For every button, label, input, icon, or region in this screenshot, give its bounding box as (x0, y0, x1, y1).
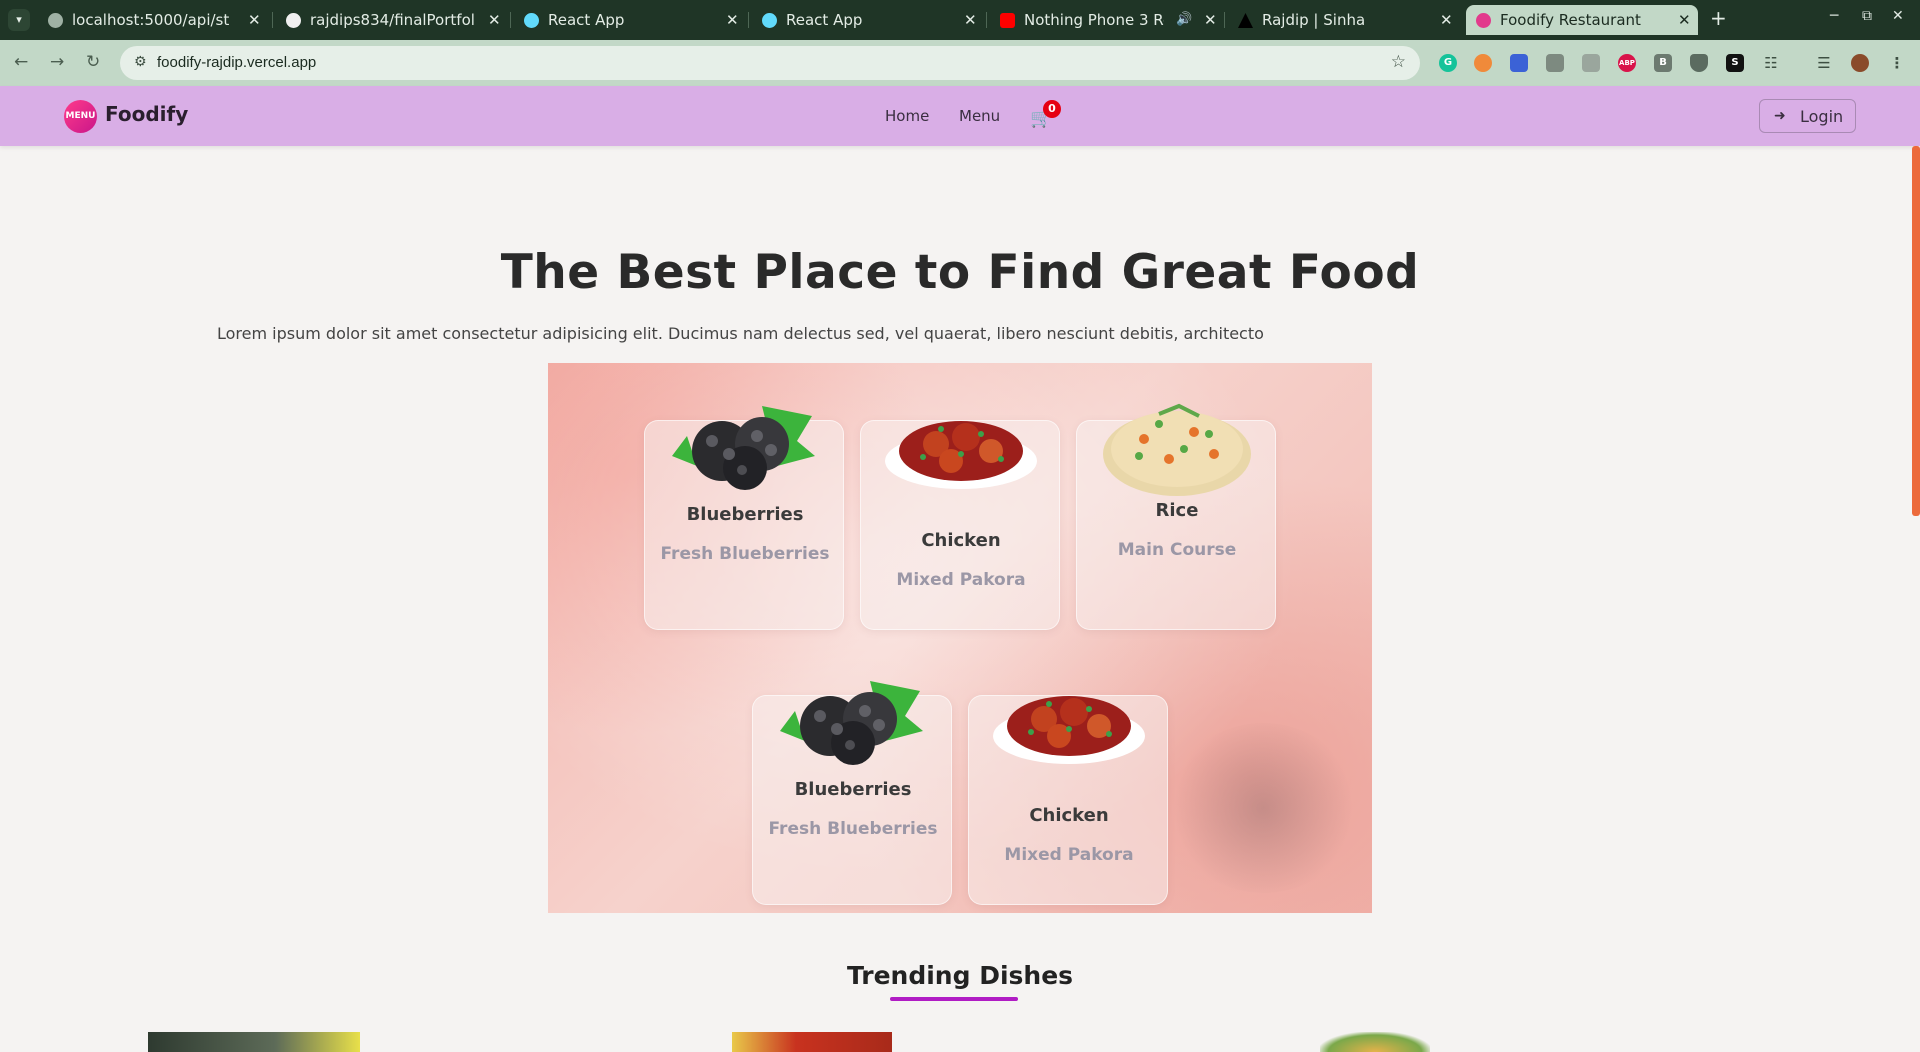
browser-tab[interactable]: React App ✕ (762, 5, 977, 35)
browser-tab[interactable]: Rajdip | Sinha ✕ (1238, 5, 1453, 35)
extension-icon[interactable] (1582, 54, 1600, 72)
extension-icon[interactable] (1546, 54, 1564, 72)
trending-dish-image[interactable] (732, 1032, 892, 1052)
card-title: Chicken (1029, 805, 1109, 826)
food-card[interactable]: Rice Main Course (1076, 403, 1276, 630)
close-window-icon[interactable]: ✕ (1892, 8, 1904, 24)
extensions-puzzle-icon[interactable]: ☷ (1762, 54, 1780, 72)
address-bar[interactable]: ⚙ foodify-rajdip.vercel.app ☆ (120, 46, 1420, 80)
back-icon[interactable]: ← (14, 52, 28, 72)
nav-menu-link[interactable]: Menu (959, 107, 1000, 125)
close-tab-icon[interactable]: ✕ (1678, 5, 1691, 35)
close-tab-icon[interactable]: ✕ (726, 5, 739, 35)
blackberries-image (780, 681, 923, 765)
forward-icon[interactable]: → (50, 52, 64, 72)
food-card[interactable]: Blueberries Fresh Blueberries (752, 681, 952, 905)
hero-description: Lorem ipsum dolor sit amet consectetur a… (217, 324, 1264, 343)
tab-title: Foodify Restaurant (1500, 11, 1641, 29)
extension-icon[interactable] (1474, 54, 1492, 72)
react-icon (762, 13, 777, 28)
watercolor-smudge (1168, 723, 1358, 893)
card-title: Blueberries (686, 504, 804, 525)
close-tab-icon[interactable]: ✕ (1440, 5, 1453, 35)
close-tab-icon[interactable]: ✕ (488, 5, 501, 35)
card-subtitle: Fresh Blueberries (660, 544, 830, 564)
login-icon: ➜ (1774, 108, 1786, 124)
card-title: Blueberries (794, 779, 912, 800)
profile-avatar[interactable] (1851, 54, 1869, 72)
browser-tab[interactable]: rajdips834/finalPortfolio ✕ (286, 5, 501, 35)
browser-tab[interactable]: localhost:5000/api/statu ✕ (48, 5, 263, 35)
extension-icon[interactable] (1510, 54, 1528, 72)
speaker-icon[interactable]: 🔊 (1176, 5, 1192, 35)
foodify-logo-icon[interactable]: MENU (64, 100, 97, 133)
trending-dish-image[interactable] (1320, 1032, 1430, 1052)
card-title: Chicken (921, 530, 1001, 551)
tab-title: React App (548, 11, 625, 29)
github-icon (286, 13, 301, 28)
trending-dish-image[interactable] (148, 1032, 360, 1052)
card-title: Rice (1155, 500, 1199, 521)
close-tab-icon[interactable]: ✕ (1204, 5, 1217, 35)
fried-rice-image (1103, 403, 1251, 496)
site-navbar: MENU Foodify Home Menu 🛒 0 ➜ Login (0, 86, 1920, 146)
trending-underline (890, 997, 1018, 1001)
card-subtitle: Main Course (1117, 540, 1237, 560)
cart-count-badge: 0 (1043, 100, 1061, 118)
chicken-plate-image (885, 421, 1037, 489)
browser-tab-bar: ▾ localhost:5000/api/statu ✕ rajdips834/… (0, 0, 1920, 40)
vercel-icon (1238, 13, 1253, 28)
foodify-icon (1476, 13, 1491, 28)
card-subtitle: Fresh Blueberries (768, 819, 938, 839)
grammarly-icon[interactable]: G (1439, 54, 1457, 72)
browser-tab-active[interactable]: Foodify Restaurant ✕ (1466, 5, 1698, 35)
browser-tab[interactable]: Nothing Phone 3 Revi 🔊 ✕ (1000, 5, 1218, 35)
page-scrollbar[interactable] (1912, 146, 1920, 516)
media-control-icon[interactable]: ☰ (1815, 54, 1833, 72)
nav-home-link[interactable]: Home (885, 107, 929, 125)
tab-title: rajdips834/finalPortfolio (310, 11, 475, 29)
brand-name[interactable]: Foodify (105, 102, 188, 126)
extension-icon[interactable]: B (1654, 54, 1672, 72)
blackberries-image (672, 406, 815, 490)
cart-button[interactable]: 🛒 0 (1030, 100, 1061, 129)
tab-search-button[interactable]: ▾ (8, 9, 30, 31)
login-button[interactable]: ➜ Login (1759, 99, 1856, 133)
food-card[interactable]: Chicken Mixed Pakora (860, 420, 1060, 630)
extension-icon[interactable]: S (1726, 54, 1744, 72)
shield-icon[interactable] (1690, 54, 1708, 72)
close-tab-icon[interactable]: ✕ (964, 5, 977, 35)
url-text[interactable]: foodify-rajdip.vercel.app (157, 54, 316, 71)
restore-icon[interactable]: ⧉ (1862, 8, 1872, 24)
hero-title: The Best Place to Find Great Food (500, 245, 1420, 300)
minimize-icon[interactable]: ─ (1830, 8, 1838, 24)
chicken-plate-image (993, 696, 1145, 764)
globe-icon (48, 13, 63, 28)
login-label: Login (1800, 107, 1844, 126)
tab-title: React App (786, 11, 863, 29)
close-tab-icon[interactable]: ✕ (248, 5, 261, 35)
site-info-icon[interactable]: ⚙ (134, 54, 147, 70)
new-tab-button[interactable]: + (1710, 6, 1727, 30)
tab-title: localhost:5000/api/statu (72, 11, 230, 29)
food-card[interactable]: Chicken Mixed Pakora (968, 695, 1168, 905)
tab-title: Nothing Phone 3 Revi (1024, 11, 1164, 29)
card-subtitle: Mixed Pakora (1004, 845, 1134, 865)
bookmark-star-icon[interactable]: ☆ (1391, 52, 1406, 72)
browser-menu-icon[interactable]: ⋮ (1888, 54, 1906, 72)
trending-title: Trending Dishes (846, 961, 1074, 990)
adblock-icon[interactable]: ABP (1618, 54, 1636, 72)
react-icon (524, 13, 539, 28)
card-subtitle: Mixed Pakora (896, 570, 1026, 590)
food-showcase: Blueberries Fresh Blueberries Chicken Mi… (548, 363, 1372, 913)
browser-tab[interactable]: React App ✕ (524, 5, 739, 35)
tab-title: Rajdip | Sinha (1262, 11, 1366, 29)
food-card[interactable]: Blueberries Fresh Blueberries (644, 406, 844, 630)
youtube-icon (1000, 13, 1015, 28)
reload-icon[interactable]: ↻ (86, 52, 100, 72)
